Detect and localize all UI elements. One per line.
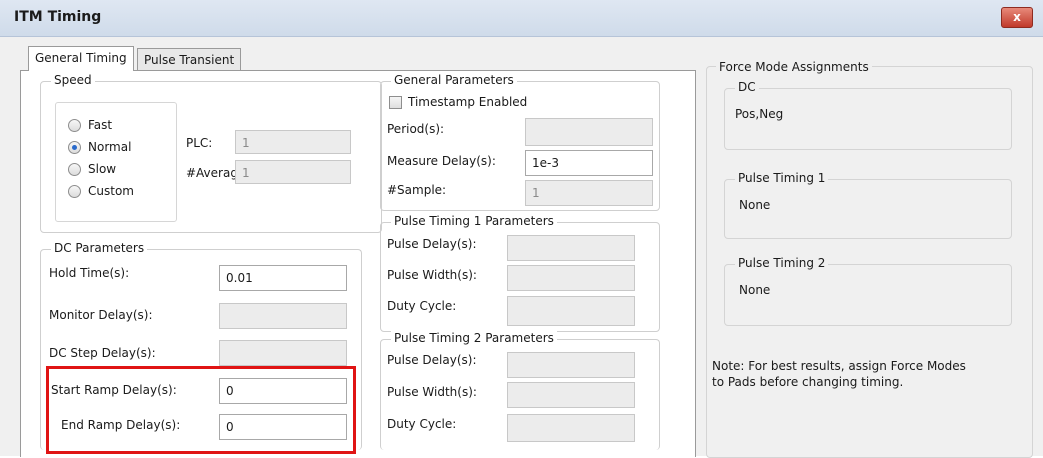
hold-time-label: Hold Time(s): bbox=[49, 266, 130, 280]
dc-step-delay-label: DC Step Delay(s): bbox=[49, 346, 156, 360]
force-mode-note: Note: For best results, assign Force Mod… bbox=[712, 358, 966, 390]
speed-options-box: Fast Normal Slow Custom bbox=[55, 102, 177, 222]
close-button[interactable]: x bbox=[1001, 7, 1033, 28]
pulse1-width-label: Pulse Width(s): bbox=[387, 268, 477, 282]
speed-group: Speed Fast Normal Slow Custom PLC: 1 #Av… bbox=[40, 73, 382, 233]
radio-custom-label: Custom bbox=[88, 184, 134, 198]
pulse-timing-1-assignment-value: None bbox=[739, 198, 771, 212]
title-bar: ITM Timing x bbox=[0, 0, 1043, 37]
hold-time-input[interactable]: 0.01 bbox=[219, 265, 347, 291]
force-mode-title: Force Mode Assignments bbox=[716, 60, 872, 74]
pulse-timing-2-title: Pulse Timing 2 Parameters bbox=[391, 331, 557, 345]
radio-custom[interactable] bbox=[68, 185, 81, 198]
pulse2-delay-label: Pulse Delay(s): bbox=[387, 353, 477, 367]
dc-step-delay-input[interactable] bbox=[219, 340, 347, 366]
note-line-1: Note: For best results, assign Force Mod… bbox=[712, 359, 966, 373]
pulse-timing-2-assignment-value: None bbox=[739, 283, 771, 297]
pulse-timing-2-assignment-title: Pulse Timing 2 bbox=[735, 256, 829, 270]
pulse2-width-input[interactable] bbox=[507, 382, 635, 408]
period-label: Period(s): bbox=[387, 122, 445, 136]
pulse-timing-1-assignment-box: Pulse Timing 1 None bbox=[724, 171, 1012, 239]
dc-parameters-group: DC Parameters Hold Time(s): 0.01 Monitor… bbox=[40, 241, 362, 450]
end-ramp-delay-label: End Ramp Delay(s): bbox=[61, 418, 181, 432]
timestamp-label: Timestamp Enabled bbox=[408, 95, 528, 109]
measure-delay-input[interactable]: 1e-3 bbox=[525, 150, 653, 176]
pulse-timing-1-assignment-title: Pulse Timing 1 bbox=[735, 171, 829, 185]
end-ramp-delay-input[interactable]: 0 bbox=[219, 414, 347, 440]
pulse-timing-1-group: Pulse Timing 1 Parameters Pulse Delay(s)… bbox=[380, 214, 660, 332]
close-icon: x bbox=[1013, 10, 1021, 24]
general-timing-panel: Speed Fast Normal Slow Custom PLC: 1 #Av… bbox=[20, 70, 696, 457]
dc-assignment-title: DC bbox=[735, 80, 759, 94]
pulse-timing-1-title: Pulse Timing 1 Parameters bbox=[391, 214, 557, 228]
plc-input[interactable]: 1 bbox=[235, 130, 351, 154]
monitor-delay-input[interactable] bbox=[219, 303, 347, 329]
radio-slow-label: Slow bbox=[88, 162, 117, 176]
tab-general-timing[interactable]: General Timing bbox=[28, 46, 134, 71]
speed-group-title: Speed bbox=[51, 73, 95, 87]
pulse2-duty-label: Duty Cycle: bbox=[387, 417, 457, 431]
average-input[interactable]: 1 bbox=[235, 160, 351, 184]
pulse-timing-2-assignment-box: Pulse Timing 2 None bbox=[724, 256, 1012, 326]
measure-delay-label: Measure Delay(s): bbox=[387, 154, 496, 168]
pulse1-duty-input[interactable] bbox=[507, 296, 635, 326]
period-input[interactable] bbox=[525, 118, 653, 146]
tab-pulse-transient[interactable]: Pulse Transient bbox=[137, 48, 242, 71]
sample-label: #Sample: bbox=[387, 183, 447, 197]
radio-slow[interactable] bbox=[68, 163, 81, 176]
general-parameters-title: General Parameters bbox=[391, 73, 517, 87]
radio-normal-label: Normal bbox=[88, 140, 132, 154]
start-ramp-delay-input[interactable]: 0 bbox=[219, 378, 347, 404]
plc-label: PLC: bbox=[186, 136, 213, 150]
pulse-timing-2-group: Pulse Timing 2 Parameters Pulse Delay(s)… bbox=[380, 331, 660, 450]
pulse1-duty-label: Duty Cycle: bbox=[387, 299, 457, 313]
monitor-delay-label: Monitor Delay(s): bbox=[49, 308, 153, 322]
start-ramp-delay-label: Start Ramp Delay(s): bbox=[51, 383, 177, 397]
pulse2-duty-input[interactable] bbox=[507, 414, 635, 442]
pulse1-delay-input[interactable] bbox=[507, 235, 635, 261]
itm-timing-window: ITM Timing x General Timing Pulse Transi… bbox=[0, 0, 1043, 458]
radio-fast[interactable] bbox=[68, 119, 81, 132]
timestamp-checkbox[interactable] bbox=[389, 96, 402, 109]
pulse1-delay-label: Pulse Delay(s): bbox=[387, 237, 477, 251]
dc-parameters-title: DC Parameters bbox=[51, 241, 148, 255]
pulse2-delay-input[interactable] bbox=[507, 352, 635, 378]
general-parameters-group: General Parameters Timestamp Enabled Per… bbox=[380, 73, 660, 211]
radio-normal[interactable] bbox=[68, 141, 81, 154]
sample-input[interactable]: 1 bbox=[525, 180, 653, 206]
window-title: ITM Timing bbox=[14, 9, 102, 25]
pulse1-width-input[interactable] bbox=[507, 265, 635, 291]
dc-assignment-value: Pos,Neg bbox=[735, 107, 784, 121]
note-line-2: to Pads before changing timing. bbox=[712, 375, 904, 389]
dc-assignment-box: DC Pos,Neg bbox=[724, 80, 1012, 150]
pulse2-width-label: Pulse Width(s): bbox=[387, 385, 477, 399]
radio-fast-label: Fast bbox=[88, 118, 113, 132]
